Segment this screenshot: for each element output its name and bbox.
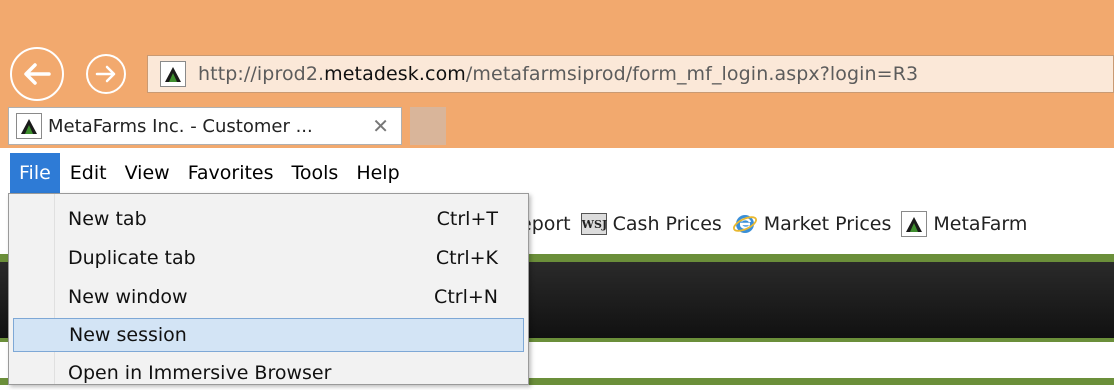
menu-help[interactable]: Help [347, 153, 408, 193]
favorite-label: MetaFarm [933, 213, 1028, 235]
menu-bar: File Edit View Favorites Tools Help [0, 153, 1114, 193]
menu-view[interactable]: View [116, 153, 179, 193]
menu-item-label: New session [69, 324, 187, 346]
menu-item-label: New window [68, 286, 188, 308]
menu-item-shortcut: Ctrl+N [434, 286, 498, 308]
favorite-label: Market Prices [763, 213, 892, 235]
back-arrow-icon [24, 63, 51, 85]
menu-tools[interactable]: Tools [283, 153, 348, 193]
favorite-market-prices[interactable]: Market Prices [732, 212, 892, 236]
menu-item-shortcut: Ctrl+T [436, 208, 498, 230]
forward-button[interactable] [86, 54, 126, 94]
menu-item-label: New tab [68, 208, 147, 230]
menu-favorites[interactable]: Favorites [179, 153, 283, 193]
browser-chrome: http://iprod2.metadesk.com/metafarmsipro… [0, 0, 1114, 148]
favorite-cash-prices[interactable]: WSJ Cash Prices [580, 213, 722, 235]
menu-item-new-tab[interactable]: New tab Ctrl+T [13, 202, 524, 236]
file-menu-dropdown: New tab Ctrl+T Duplicate tab Ctrl+K New … [8, 193, 529, 385]
tab-favicon-icon [16, 113, 42, 139]
menu-item-new-window[interactable]: New window Ctrl+N [13, 280, 524, 314]
favorite-metafarms[interactable]: MetaFarm [901, 211, 1027, 237]
menu-item-label: Open in Immersive Browser [68, 362, 332, 384]
menu-file[interactable]: File [10, 153, 60, 193]
url-suffix: /metafarmsiprod/form_mf_login.aspx?login… [465, 63, 919, 85]
ie-icon [732, 215, 757, 233]
new-tab-button[interactable] [410, 107, 446, 145]
menu-item-label: Duplicate tab [68, 247, 196, 269]
menu-item-new-session[interactable]: New session [13, 318, 524, 352]
tab-metafarms[interactable]: MetaFarms Inc. - Customer ... ✕ [8, 107, 402, 145]
url-text: http://iprod2.metadesk.com/metafarmsipro… [198, 63, 918, 85]
url-prefix: http://iprod2. [198, 63, 325, 85]
metafarms-icon [901, 211, 928, 237]
wsj-icon: WSJ [580, 213, 607, 235]
favorite-label: Cash Prices [612, 213, 722, 235]
menu-edit[interactable]: Edit [61, 153, 116, 193]
forward-arrow-icon [95, 65, 116, 83]
tab-close-icon[interactable]: ✕ [372, 114, 389, 138]
url-host: metadesk.com [324, 63, 466, 85]
tab-title: MetaFarms Inc. - Customer ... [48, 115, 313, 137]
menu-item-shortcut: Ctrl+K [435, 247, 498, 269]
address-bar[interactable]: http://iprod2.metadesk.com/metafarmsipro… [147, 55, 1114, 93]
menu-item-duplicate-tab[interactable]: Duplicate tab Ctrl+K [13, 241, 524, 275]
back-button[interactable] [10, 47, 64, 101]
site-favicon-icon [160, 61, 186, 87]
